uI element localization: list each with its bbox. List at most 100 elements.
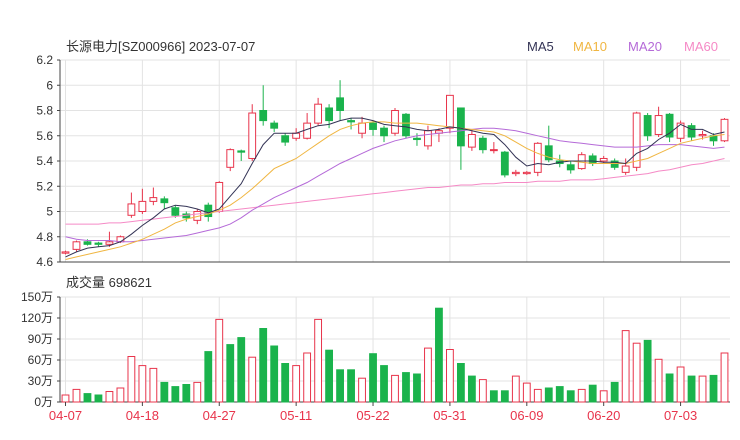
candle-body: [511, 171, 520, 175]
candle-body: [533, 142, 542, 173]
candle-body: [127, 203, 136, 216]
volume-tick-label: 90万: [28, 332, 53, 346]
volume-bar: [522, 382, 531, 403]
candle-body: [643, 115, 652, 137]
volume-bar: [270, 345, 279, 403]
candle: [336, 80, 344, 121]
volume-bar: [83, 393, 92, 403]
volume-bar: [248, 356, 257, 403]
candle-body: [171, 207, 180, 216]
candle: [676, 120, 685, 143]
candle: [402, 113, 410, 139]
volume-bar: [94, 394, 103, 403]
price-tick-label: 4.6: [36, 255, 53, 269]
chart-title: 长源电力[SZ000966] 2023-07-07: [66, 39, 255, 54]
candle: [687, 123, 696, 141]
candle-body: [160, 198, 169, 204]
volume-bar: [632, 342, 641, 403]
candle: [500, 150, 509, 178]
volume-bar: [193, 381, 202, 403]
volume-bar: [237, 337, 246, 403]
volume-bar: [489, 390, 498, 403]
volume-bar: [610, 381, 619, 403]
date-tick-label: 04-27: [203, 408, 236, 423]
volume-bar: [413, 373, 421, 403]
ma10-line: [65, 121, 725, 260]
volume-bar: [555, 386, 564, 403]
candle: [654, 106, 663, 138]
volume-bar: [61, 394, 70, 403]
candle: [281, 133, 290, 146]
candles: [61, 80, 729, 255]
candle-body: [259, 110, 268, 122]
candle-body: [522, 171, 531, 175]
volume-bar: [127, 356, 136, 403]
volume-bar: [160, 381, 169, 403]
date-axis: 04-07 04-18 04-27 05-11 05-22 05-31 06-09 06-20…: [49, 402, 697, 423]
candle-body: [413, 137, 421, 141]
candle: [61, 250, 70, 255]
price-tick-label: 5.8: [36, 104, 53, 118]
volume-bar: [347, 369, 355, 403]
candle: [72, 240, 81, 252]
legend-ma20: MA20: [628, 39, 662, 54]
candle: [380, 125, 388, 143]
volume-tick-label: 0万: [34, 395, 53, 409]
candle-body: [588, 155, 597, 165]
candle: [160, 196, 169, 209]
ma5-line: [65, 117, 725, 258]
volume-tick-label: 150万: [21, 290, 53, 304]
volume-bar: [380, 365, 388, 403]
candle-body: [402, 113, 410, 137]
candle-body: [687, 125, 696, 138]
candle: [259, 85, 268, 126]
volume-bar: [446, 349, 454, 403]
candle: [226, 148, 235, 172]
volume-bar: [402, 372, 410, 403]
volume-bar: [105, 391, 114, 403]
volume-bar: [621, 330, 630, 403]
volume-bar: [698, 375, 707, 403]
candle-body: [336, 97, 344, 111]
candle: [632, 111, 641, 172]
volume-bar: [577, 388, 586, 403]
candle-body: [281, 135, 290, 143]
volume-bar: [643, 339, 652, 403]
price-tick-label: 4.8: [36, 230, 53, 244]
volume-bar: [72, 388, 81, 403]
volume-bar: [116, 387, 125, 403]
date-tick-label: 06-09: [510, 408, 543, 423]
volume-bar: [424, 347, 432, 403]
volume-bar: [292, 365, 301, 403]
candle-body: [314, 103, 323, 124]
candle: [347, 118, 355, 130]
candle-body: [215, 181, 224, 212]
candle-body: [61, 251, 70, 254]
volume-bar: [281, 363, 290, 403]
date-tick-label: 05-22: [356, 408, 389, 423]
candle: [248, 104, 257, 161]
candle-body: [632, 112, 641, 168]
date-tick-label: 04-18: [126, 408, 159, 423]
candle: [643, 113, 652, 141]
volume-bar: [533, 388, 542, 403]
volume-bar: [467, 375, 476, 403]
candle: [270, 120, 279, 132]
date-tick-label: 04-07: [49, 408, 82, 423]
volume-bar: [259, 328, 268, 403]
volume-bar: [171, 386, 180, 403]
volume-bar: [303, 352, 312, 403]
volume-bar: [358, 377, 366, 403]
candle-body: [720, 118, 729, 142]
moving-averages: [65, 117, 725, 260]
volume-tick-label: 120万: [21, 311, 53, 325]
candle-body: [248, 112, 257, 159]
volume-bar: [456, 363, 465, 403]
candle-body: [478, 137, 487, 151]
candle-body: [358, 122, 366, 134]
volume-bars: [61, 307, 729, 403]
candle-body: [325, 107, 334, 122]
volume-bar: [182, 384, 191, 403]
volume-bar: [665, 373, 674, 403]
volume-bar: [325, 349, 334, 403]
